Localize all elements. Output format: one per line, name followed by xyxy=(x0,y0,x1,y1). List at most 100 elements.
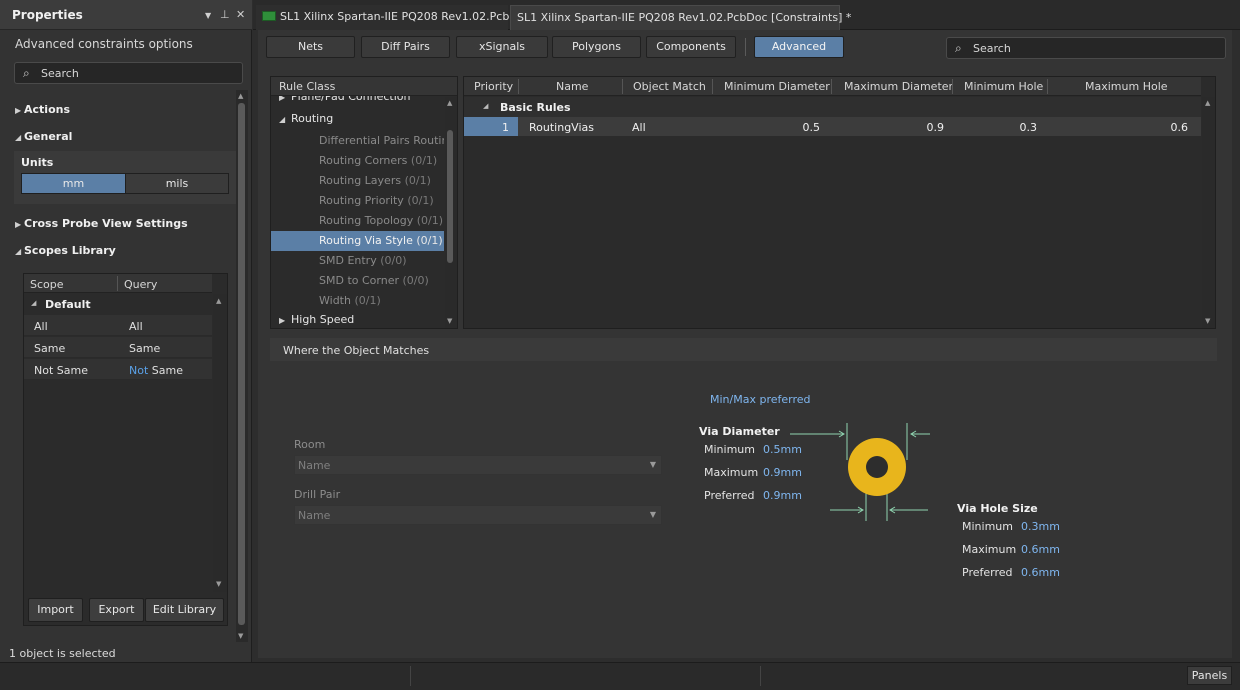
section-scopes-label: Scopes Library xyxy=(24,244,116,257)
rules-scrollbar[interactable] xyxy=(1202,97,1215,328)
table-row[interactable] xyxy=(24,315,212,336)
scopes-col-scope[interactable]: Scope xyxy=(30,278,64,291)
col-name[interactable]: Name xyxy=(556,80,588,93)
room-dropdown[interactable]: Name ▼ xyxy=(294,455,662,475)
rule-item[interactable]: Routing Layers (0/1) xyxy=(271,171,444,191)
section-cross-probe-label: Cross Probe View Settings xyxy=(24,217,188,230)
tab-constraints[interactable]: SL1 Xilinx Spartan-IIE PQ208 Rev1.02.Pcb… xyxy=(510,5,851,30)
rule-item[interactable]: Differential Pairs Routing xyxy=(271,131,444,151)
scroll-down-icon[interactable]: ▼ xyxy=(1205,317,1210,325)
section-general[interactable]: ◢ General xyxy=(15,130,72,143)
scope-cell: All xyxy=(34,320,48,333)
rule-category-high-speed[interactable]: ▶ High Speed xyxy=(271,310,444,330)
rule-min-diameter[interactable]: 0.5 xyxy=(712,121,821,134)
drill-pair-label: Drill Pair xyxy=(294,488,341,501)
via-hole-pref-value[interactable]: 0.6mm xyxy=(1021,566,1060,579)
rule-item-label: Width xyxy=(319,294,351,307)
rule-item[interactable]: SMD Entry (0/0) xyxy=(271,251,444,271)
rule-item-label: Routing Via Style xyxy=(319,234,413,247)
panel-menu-icon[interactable]: ▼ xyxy=(205,11,211,20)
priority-cell-selected[interactable] xyxy=(464,117,518,136)
properties-search-input[interactable]: ⌕ Search xyxy=(14,62,243,84)
nets-button[interactable]: Nets xyxy=(266,36,355,58)
status-bar xyxy=(0,662,1240,690)
rule-min-hole[interactable]: 0.3 xyxy=(953,121,1038,134)
scroll-up-icon[interactable]: ▲ xyxy=(447,99,452,107)
column-divider xyxy=(712,79,713,94)
panels-button[interactable]: Panels xyxy=(1187,666,1232,685)
scroll-down-icon[interactable]: ▼ xyxy=(216,580,221,588)
rule-category-routing[interactable]: ◢ Routing xyxy=(271,109,444,129)
close-icon[interactable]: ✕ xyxy=(236,8,245,21)
query-cell: All xyxy=(129,320,143,333)
via-hole-heading: Via Hole Size xyxy=(957,502,1038,515)
scope-cell: Not Same xyxy=(34,364,88,377)
col-max-diameter[interactable]: Maximum Diameter xyxy=(844,80,953,93)
col-min-hole[interactable]: Minimum Hole xyxy=(964,80,1043,93)
chevron-down-icon: ▼ xyxy=(649,460,656,469)
rule-item[interactable]: Routing Corners (0/1) xyxy=(271,151,444,171)
scroll-down-icon[interactable]: ▼ xyxy=(238,632,243,640)
rule-name[interactable]: RoutingVias xyxy=(529,121,594,134)
section-cross-probe[interactable]: ▶ Cross Probe View Settings xyxy=(15,217,188,230)
via-diameter-min-label: Minimum xyxy=(704,443,755,456)
section-scopes-library[interactable]: ◢ Scopes Library xyxy=(15,244,116,257)
pin-icon[interactable]: ⊥ xyxy=(220,8,230,21)
section-actions[interactable]: ▶ Actions xyxy=(15,103,70,116)
column-divider xyxy=(117,276,118,291)
toolbar-divider xyxy=(745,38,746,56)
polygons-button[interactable]: Polygons xyxy=(552,36,641,58)
search-icon: ⌕ xyxy=(23,66,30,80)
import-button[interactable]: Import xyxy=(28,598,83,622)
units-mm-button[interactable]: mm xyxy=(21,173,126,194)
rule-max-hole[interactable]: 0.6 xyxy=(1048,121,1189,134)
rule-class-header-label[interactable]: Rule Class xyxy=(279,80,335,93)
via-hole-max-value[interactable]: 0.6mm xyxy=(1021,543,1060,556)
rule-category-label: High Speed xyxy=(291,313,355,326)
diff-pairs-button[interactable]: Diff Pairs xyxy=(361,36,450,58)
edit-library-button[interactable]: Edit Library xyxy=(145,598,224,622)
units-mils-button[interactable]: mils xyxy=(125,173,229,194)
via-hole-max-label: Maximum xyxy=(962,543,1017,556)
scopes-scrollbar[interactable] xyxy=(213,294,227,592)
rules-group-row[interactable] xyxy=(464,97,1201,117)
rules-group-label: Basic Rules xyxy=(500,101,571,114)
advanced-button[interactable]: Advanced xyxy=(754,36,844,58)
scroll-up-icon[interactable]: ▲ xyxy=(238,92,243,100)
scroll-up-icon[interactable]: ▲ xyxy=(1205,99,1210,107)
rule-item-selected[interactable]: Routing Via Style (0/1) xyxy=(271,231,444,251)
rule-item[interactable]: Routing Topology (0/1) xyxy=(271,211,444,231)
rule-item-count: (0/1) xyxy=(416,234,443,247)
col-priority[interactable]: Priority xyxy=(474,80,513,93)
export-button[interactable]: Export xyxy=(89,598,144,622)
rule-item-label: Routing Topology xyxy=(319,214,414,227)
rule-max-diameter[interactable]: 0.9 xyxy=(832,121,945,134)
rule-item-label: SMD to Corner xyxy=(319,274,399,287)
rule-item[interactable]: Routing Priority (0/1) xyxy=(271,191,444,211)
xsignals-button[interactable]: xSignals xyxy=(456,36,548,58)
chevron-right-icon: ▶ xyxy=(15,106,22,115)
col-object-match[interactable]: Object Match xyxy=(633,80,706,93)
query-value: Same xyxy=(151,364,183,377)
rule-item[interactable]: SMD to Corner (0/0) xyxy=(271,271,444,291)
scopes-col-query[interactable]: Query xyxy=(124,278,157,291)
scopes-group-label: Default xyxy=(45,298,91,311)
components-button[interactable]: Components xyxy=(646,36,736,58)
col-max-hole[interactable]: Maximum Hole xyxy=(1085,80,1168,93)
rule-object-match[interactable]: All xyxy=(632,121,646,134)
rule-item-count: (0/1) xyxy=(416,214,444,227)
chevron-down-icon: ▼ xyxy=(649,510,656,519)
properties-scroll-thumb[interactable] xyxy=(238,103,245,625)
tab-pcbdoc[interactable]: SL1 Xilinx Spartan-IIE PQ208 Rev1.02.Pcb… xyxy=(256,5,531,30)
rule-class-scroll-thumb[interactable] xyxy=(447,130,453,263)
via-hole-min-value[interactable]: 0.3mm xyxy=(1021,520,1060,533)
scroll-up-icon[interactable]: ▲ xyxy=(216,297,221,305)
col-min-diameter[interactable]: Minimum Diameter xyxy=(724,80,830,93)
rule-item-label: Differential Pairs Routing xyxy=(319,134,444,147)
drill-pair-dropdown[interactable]: Name ▼ xyxy=(294,505,662,525)
scroll-down-icon[interactable]: ▼ xyxy=(447,317,452,325)
rules-search-input[interactable]: ⌕ Search xyxy=(946,37,1226,59)
chevron-down-icon: ◢ xyxy=(15,247,22,256)
rule-item-count: (0/1) xyxy=(407,194,434,207)
rule-item[interactable]: Width (0/1) xyxy=(271,291,444,311)
